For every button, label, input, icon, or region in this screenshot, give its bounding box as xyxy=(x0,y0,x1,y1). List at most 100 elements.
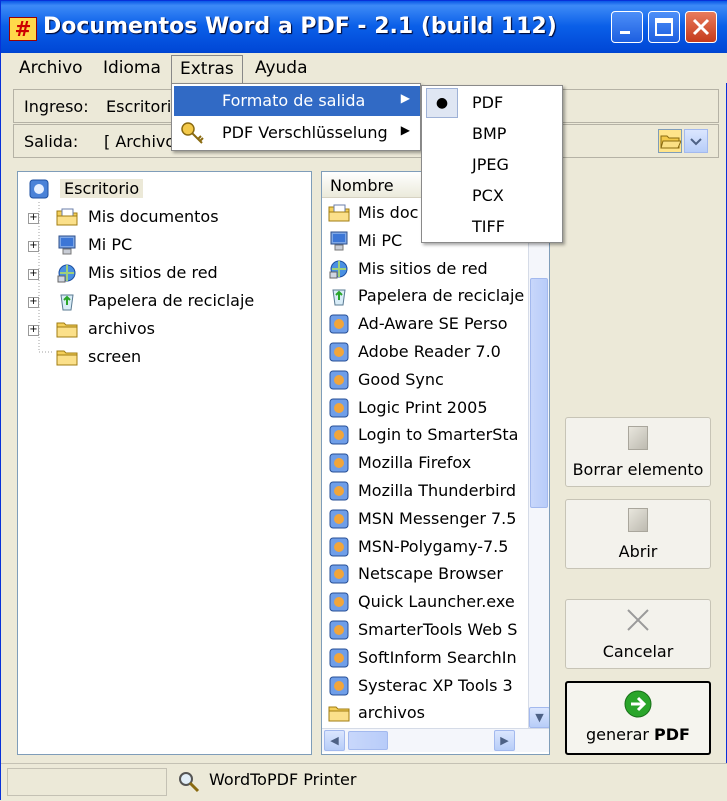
document-icon xyxy=(628,508,648,532)
status-bar: WordToPDF Printer xyxy=(1,763,727,801)
app-icon xyxy=(329,537,349,557)
hscroll-thumb[interactable] xyxy=(348,731,388,750)
documents-folder-icon xyxy=(328,204,350,222)
format-option-label: TIFF xyxy=(472,217,505,236)
menu-idioma[interactable]: Idioma xyxy=(95,55,169,83)
browse-folder-button[interactable] xyxy=(658,129,682,153)
menu-archivo[interactable]: Archivo xyxy=(11,55,91,83)
tree-item-label: Papelera de reciclaje xyxy=(88,291,255,310)
app-icon xyxy=(329,342,349,362)
menu-ayuda[interactable]: Ayuda xyxy=(247,55,316,83)
output-format-label: Formato de salida xyxy=(222,91,366,110)
tree-item[interactable]: screen xyxy=(18,344,308,372)
file-list-vscroll[interactable]: ▼ xyxy=(528,198,549,728)
app-icon xyxy=(329,481,349,501)
format-option[interactable]: PCX xyxy=(422,181,562,211)
file-list-item-label: Netscape Browser xyxy=(358,564,503,584)
generate-pdf-button[interactable]: generar PDF xyxy=(565,681,711,755)
file-list[interactable]: Nombre Mis doc Mi PC Mis sitios de red Pape… xyxy=(321,171,550,755)
scroll-left-button[interactable]: ◀ xyxy=(324,730,345,751)
key-icon xyxy=(181,122,204,144)
submenu-arrow-icon: ▶ xyxy=(400,123,410,137)
app-icon xyxy=(329,676,349,696)
format-option[interactable]: TIFF xyxy=(422,212,562,242)
file-list-item-label: Adobe Reader 7.0 xyxy=(358,342,501,361)
generate-pdf-label: generar PDF xyxy=(586,725,690,744)
format-option[interactable]: BMP xyxy=(422,119,562,149)
input-label: Ingreso: xyxy=(24,97,89,116)
format-option-label: PDF xyxy=(472,93,504,112)
format-option[interactable]: ● PDF xyxy=(422,88,562,118)
scroll-right-button[interactable]: ▶ xyxy=(494,730,515,751)
file-list-item-label: Mozilla Firefox xyxy=(358,453,472,473)
format-submenu: ● PDF BMP JPEG PCX TIFF xyxy=(421,85,563,243)
green-arrow-icon xyxy=(624,690,652,718)
scroll-down-button[interactable]: ▼ xyxy=(529,707,549,728)
maximize-button[interactable] xyxy=(648,11,680,43)
extras-menu: Formato de salida ▶ PDF Verschlüsselung … xyxy=(171,83,421,151)
tree-item[interactable]: + Mis sitios de red xyxy=(18,260,308,288)
menu-extras[interactable]: Extras xyxy=(171,55,243,83)
chevron-down-icon xyxy=(690,138,702,146)
main-window: # Documentos Word a PDF - 2.1 (build 112… xyxy=(0,0,727,801)
cancel-button[interactable]: Cancelar xyxy=(565,599,711,669)
app-icon xyxy=(329,425,349,445)
output-dropdown-button[interactable] xyxy=(684,129,708,153)
file-list-item-label: Ad-Aware SE Perso xyxy=(358,314,508,334)
folder-icon xyxy=(328,706,350,722)
tree-item-label: Mis sitios de red xyxy=(88,263,218,282)
close-button[interactable] xyxy=(685,11,717,43)
app-icon xyxy=(329,453,349,473)
app-icon xyxy=(329,592,349,612)
tree-root-label: Escritorio xyxy=(60,179,144,198)
menu-bar: Archivo Idioma Extras Ayuda xyxy=(1,53,727,83)
file-list-item-label: MSN Messenger 7.5 xyxy=(358,508,517,528)
app-icon xyxy=(329,564,349,584)
tree-item[interactable]: + Mis documentos xyxy=(18,204,308,232)
tree-item[interactable]: + Papelera de reciclaje xyxy=(18,288,308,316)
open-button[interactable]: Abrir xyxy=(565,499,711,569)
menu-item-pdf-encryption[interactable]: PDF Verschlüsselung ▶ xyxy=(174,118,420,148)
file-list-item-label: MSN-Polygamy-7.5 xyxy=(358,536,509,556)
app-icon xyxy=(329,314,349,334)
app-icon xyxy=(329,398,349,418)
printer-status: WordToPDF Printer xyxy=(209,770,357,789)
vscroll-thumb[interactable] xyxy=(530,278,548,508)
document-icon xyxy=(628,426,648,450)
tree-lines xyxy=(38,202,54,353)
tree-item[interactable]: + archivos xyxy=(18,316,308,344)
format-option-label: JPEG xyxy=(472,155,509,174)
delete-item-label: Borrar elemento xyxy=(572,460,704,479)
folder-icon xyxy=(56,350,78,366)
app-icon xyxy=(329,509,349,529)
magnifier-icon xyxy=(179,772,200,793)
input-path[interactable]: Escritorio xyxy=(106,97,181,116)
format-option-label: PCX xyxy=(472,186,504,205)
file-list-item-label: Mis sitios de red xyxy=(358,258,488,278)
title-bar[interactable]: # Documentos Word a PDF - 2.1 (build 112… xyxy=(1,1,727,57)
folder-tree[interactable]: Escritorio + Mis documentos + Mi PC + Mis sit… xyxy=(17,171,312,755)
file-list-hscroll[interactable]: ◀ ▶ xyxy=(322,728,549,752)
file-list-item-label: SoftInform SearchIn xyxy=(358,647,517,667)
maximize-icon xyxy=(655,18,673,36)
minimize-icon xyxy=(620,31,630,34)
tree-root[interactable]: Escritorio xyxy=(18,176,308,204)
file-list-item-label: Mis doc xyxy=(358,203,419,222)
tree-item-label: archivos xyxy=(88,319,156,338)
file-list-item-label: archivos xyxy=(358,703,426,723)
delete-item-button[interactable]: Borrar elemento xyxy=(565,417,711,487)
pdf-encryption-label: PDF Verschlüsselung xyxy=(222,123,388,142)
app-icon xyxy=(329,620,349,640)
file-list-item-label: Mozilla Thunderbird xyxy=(358,481,517,500)
status-panel-empty xyxy=(7,768,167,796)
output-path[interactable]: [ Archivo xyxy=(104,132,175,151)
file-list-item-label: Mi PC xyxy=(358,230,403,250)
tree-item[interactable]: + Mi PC xyxy=(18,232,308,260)
submenu-arrow-icon: ▶ xyxy=(400,91,410,105)
app-icon xyxy=(329,370,349,390)
minimize-button[interactable] xyxy=(611,11,643,43)
cancel-x-icon xyxy=(627,609,649,631)
tree-item-label: Mis documentos xyxy=(88,207,219,226)
menu-item-output-format[interactable]: Formato de salida ▶ xyxy=(174,86,420,116)
format-option[interactable]: JPEG xyxy=(422,150,562,180)
